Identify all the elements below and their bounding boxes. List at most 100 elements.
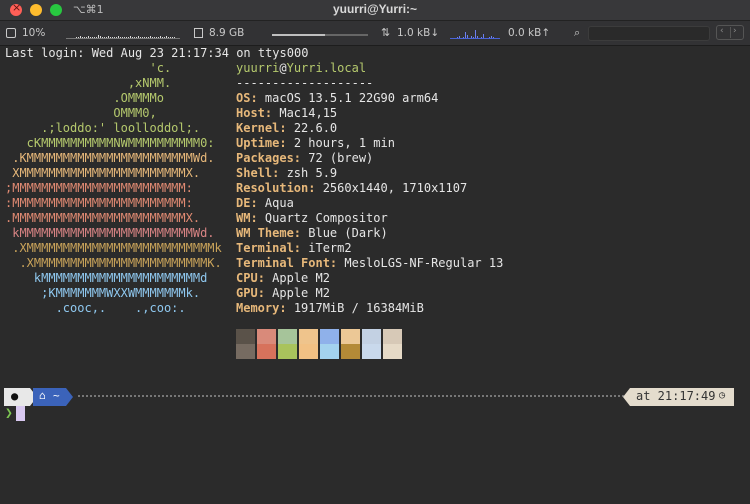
- info-key: Shell: [236, 166, 273, 180]
- info-key: OS: [236, 91, 251, 105]
- palette-swatch: [299, 329, 318, 344]
- info-key: WM Theme: [236, 226, 294, 240]
- ascii-line: .cooc,. .,coo:.: [5, 301, 186, 315]
- info-key: Packages: [236, 151, 294, 165]
- info-value: Quartz Compositor: [264, 211, 388, 225]
- info-value: Mac14,15: [279, 106, 338, 120]
- home-icon: ⌂: [39, 389, 46, 402]
- info-value: 2560x1440, 1710x1107: [322, 181, 468, 195]
- at-sign: @: [279, 61, 287, 75]
- palette-swatch: [257, 344, 276, 359]
- ascii-line: 'c.: [5, 61, 172, 75]
- cpu-icon: [6, 28, 16, 38]
- palette-swatch: [320, 329, 339, 344]
- prompt-time: at 21:17:49: [636, 389, 716, 403]
- palette-swatch: [236, 344, 255, 359]
- info-key: WM: [236, 211, 251, 225]
- info-row: Memory: 1917MiB / 16384MiB: [236, 301, 424, 315]
- palette-swatch: [341, 329, 360, 344]
- memory-usage: 8.9 GB: [209, 27, 245, 39]
- download-speed: 1.0 kB↓: [397, 27, 440, 39]
- network-icon: ⇅: [381, 26, 391, 39]
- palette-swatch: [236, 329, 255, 344]
- info-row: DE: Aqua: [236, 196, 294, 210]
- info-value: 22.6.0: [293, 121, 338, 135]
- info-value: zsh 5.9: [286, 166, 338, 180]
- info-key: CPU: [236, 271, 258, 285]
- prompt-os-segment: ●: [4, 388, 37, 406]
- prompt-dir-segment: ⌂ ~: [33, 388, 73, 406]
- ascii-line: ;KMMMMMMMWXXWMMMMMMMk.: [5, 286, 201, 300]
- ascii-line: .XMMMMMMMMMMMMMMMMMMMMMMMMMMk: [5, 241, 222, 255]
- info-key: Resolution: [236, 181, 309, 195]
- palette-swatch: [362, 344, 381, 359]
- prompt-chevron: ❯: [5, 406, 13, 421]
- chevron-left-icon[interactable]: ‹: [720, 26, 724, 36]
- info-value: iTerm2: [308, 241, 352, 255]
- ascii-line: kMMMMMMMMMMMMMMMMMMMMMMd: [5, 271, 208, 285]
- info-key: Terminal Font: [236, 256, 330, 270]
- info-value: 1917MiB / 16384MiB: [293, 301, 424, 315]
- info-value: macOS 13.5.1 22G90 arm64: [264, 91, 439, 105]
- ascii-line: .XMMMMMMMMMMMMMMMMMMMMMMMMK.: [5, 256, 222, 270]
- ascii-line: kMMMMMMMMMMMMMMMMMMMMMMMMWd.: [5, 226, 215, 240]
- info-row: Terminal: iTerm2: [236, 241, 352, 255]
- cpu-usage: 10%: [22, 27, 46, 39]
- palette-swatch: [383, 344, 402, 359]
- info-value: Blue (Dark): [308, 226, 388, 240]
- ascii-line: cKMMMMMMMMMMNWMMMMMMMMMM0:: [5, 136, 215, 150]
- clock-icon: ◷: [719, 390, 726, 401]
- ascii-line: ;MMMMMMMMMMMMMMMMMMMMMMMM:: [5, 181, 193, 195]
- text-cursor: [16, 406, 25, 421]
- ascii-line: .OMMMMo: [5, 91, 164, 105]
- upload-speed: 0.0 kB↑: [508, 27, 551, 39]
- chevron-right-icon[interactable]: ›: [733, 26, 737, 36]
- user-host-line: yuurri@Yurri.local: [236, 61, 736, 76]
- palette-swatch: [362, 329, 381, 344]
- info-value: Aqua: [264, 196, 294, 210]
- memory-bar-fill: [272, 34, 325, 36]
- nav-buttons: ‹ ›: [716, 25, 744, 40]
- ascii-line: :MMMMMMMMMMMMMMMMMMMMMMMM:: [5, 196, 193, 210]
- prompt-filler: [78, 395, 624, 397]
- hostname: Yurri.local: [286, 61, 367, 75]
- info-row: WM: Quartz Compositor: [236, 211, 388, 225]
- info-row: Shell: zsh 5.9: [236, 166, 338, 180]
- title-bar: ⌥⌘1 yuurri@Yurri:~: [0, 0, 750, 21]
- window-title: yuurri@Yurri:~: [332, 2, 418, 16]
- ascii-line: .KMMMMMMMMMMMMMMMMMMMMMMMWd.: [5, 151, 215, 165]
- info-value: 72 (brew): [308, 151, 374, 165]
- info-row: CPU: Apple M2: [236, 271, 330, 285]
- separator-line: -------------------: [236, 76, 374, 90]
- status-bar: 10% 8.9 GB ⇅ 1.0 kB↓ 0.0 kB↑ ⌕ ‹ ›: [0, 21, 750, 46]
- info-row: OS: macOS 13.5.1 22G90 arm64: [236, 91, 439, 105]
- current-dir: ~: [53, 389, 60, 402]
- ascii-line: .MMMMMMMMMMMMMMMMMMMMMMMMX.: [5, 211, 201, 225]
- info-value: MesloLGS-NF-Regular 13: [344, 256, 504, 270]
- search-field[interactable]: [588, 26, 710, 41]
- last-login-line: Last login: Wed Aug 23 21:17:34 on ttys0…: [5, 46, 309, 60]
- ascii-line: XMMMMMMMMMMMMMMMMMMMMMMMX.: [5, 166, 201, 180]
- prompt-bar: ● ⌂ ~ at 21:17:49 ◷: [0, 388, 750, 406]
- terminal-content[interactable]: Last login: Wed Aug 23 21:17:34 on ttys0…: [0, 45, 750, 504]
- palette-swatch: [278, 344, 297, 359]
- ascii-line: .;loddo:' loolloddol;.: [5, 121, 201, 135]
- info-key: Memory: [236, 301, 280, 315]
- palette-swatch: [320, 344, 339, 359]
- ascii-line: OMMM0,: [5, 106, 157, 120]
- info-value: Apple M2: [272, 271, 330, 285]
- palette-swatch: [383, 329, 402, 344]
- info-key: DE: [236, 196, 251, 210]
- memory-bar: [272, 34, 368, 36]
- info-key: Kernel: [236, 121, 280, 135]
- palette-swatch: [341, 344, 360, 359]
- info-key: GPU: [236, 286, 258, 300]
- input-line[interactable]: ❯: [0, 406, 750, 422]
- info-row: Kernel: 22.6.0: [236, 121, 338, 135]
- info-value: Apple M2: [272, 286, 330, 300]
- search-icon: ⌕: [574, 26, 581, 39]
- info-row: Host: Mac14,15: [236, 106, 338, 120]
- info-key: Host: [236, 106, 265, 120]
- download-graph: [450, 29, 500, 39]
- info-value: 2 hours, 1 min: [293, 136, 395, 150]
